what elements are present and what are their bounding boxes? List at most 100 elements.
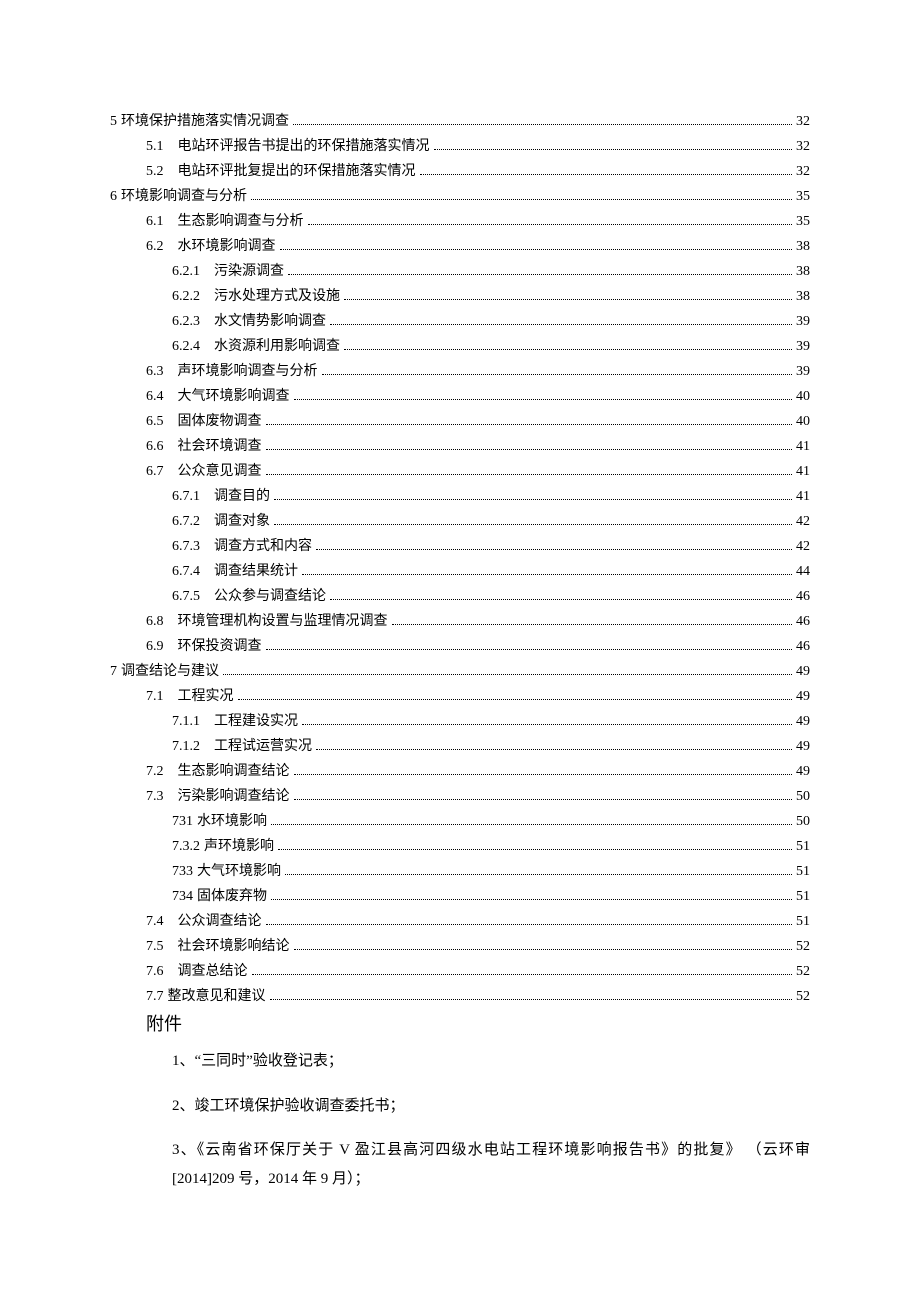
toc-page-number: 49: [796, 715, 810, 729]
toc-page-number: 42: [796, 515, 810, 529]
toc-label: 工程实况: [178, 690, 234, 704]
toc-label: 公众调查结论: [178, 915, 262, 929]
toc-page-number: 51: [796, 840, 810, 854]
toc-page-number: 41: [796, 440, 810, 454]
attachment-item: 1、“三同时”验收登记表；: [172, 1047, 810, 1076]
toc-label: 污染影响调查结论: [178, 790, 290, 804]
attachments-heading: 附件: [146, 1015, 810, 1033]
toc-leader-dots: [280, 249, 793, 250]
toc-page-number: 44: [796, 565, 810, 579]
toc-number: 6.4: [146, 390, 164, 404]
toc-number: 6.9: [146, 640, 164, 654]
toc-leader-dots: [294, 799, 793, 800]
attachment-item: 2、竣工环境保护验收调查委托书；: [172, 1092, 810, 1121]
toc-page-number: 50: [796, 815, 810, 829]
toc-number: 5.1: [146, 140, 164, 154]
toc-label: 调查对象: [214, 515, 270, 529]
toc-page-number: 38: [796, 240, 810, 254]
toc-label: 工程建设实况: [214, 715, 298, 729]
attachment-item: 3、《云南省环保厅关于 V 盈江县高河四级水电站工程环境影响报告书》的批复》 （…: [172, 1136, 810, 1193]
toc-page-number: 38: [796, 290, 810, 304]
toc-number: 7.4: [146, 915, 164, 929]
toc-number: 6.2.2: [172, 290, 200, 304]
toc-entry: 6.2.1污染源调查38: [110, 265, 810, 279]
toc-leader-dots: [302, 724, 792, 725]
toc-page-number: 52: [796, 965, 810, 979]
toc-entry: 7.2生态影响调查结论49: [110, 765, 810, 779]
toc-number: 6.8: [146, 615, 164, 629]
toc-entry: 7调查结论与建议49: [110, 665, 810, 679]
toc-number: 7.5: [146, 940, 164, 954]
toc-number: 6.7.3: [172, 540, 200, 554]
toc-leader-dots: [266, 474, 793, 475]
toc-leader-dots: [266, 649, 793, 650]
toc-entry: 6.3声环境影响调查与分析39: [110, 365, 810, 379]
toc-number: 6.3: [146, 365, 164, 379]
toc-label: 电站环评报告书提出的环保措施落实情况: [178, 140, 430, 154]
toc-entry: 6.6社会环境调查41: [110, 440, 810, 454]
toc-leader-dots: [308, 224, 793, 225]
toc-leader-dots: [278, 849, 792, 850]
toc-entry: 6.7.5公众参与调查结论46: [110, 590, 810, 604]
toc-leader-dots: [316, 549, 792, 550]
toc-label: 调查结论与建议: [121, 665, 219, 679]
toc-number: 7.1.1: [172, 715, 200, 729]
toc-number: 6.7.5: [172, 590, 200, 604]
toc-entry: 7.1工程实况49: [110, 690, 810, 704]
toc-leader-dots: [223, 674, 792, 675]
toc-entry: 7.3.2 声环境影响51: [110, 840, 810, 854]
toc-number: 7.1: [146, 690, 164, 704]
toc-page-number: 35: [796, 190, 810, 204]
toc-entry: 734 固体废弃物51: [110, 890, 810, 904]
toc-leader-dots: [271, 824, 792, 825]
toc-label: 社会环境影响结论: [178, 940, 290, 954]
toc-entry: 6.5固体废物调查40: [110, 415, 810, 429]
toc-number: 7.3: [146, 790, 164, 804]
toc-entry: 6.7.2调查对象42: [110, 515, 810, 529]
toc-label: 固体废物调查: [178, 415, 262, 429]
toc-page-number: 51: [796, 915, 810, 929]
toc-page-number: 49: [796, 765, 810, 779]
toc-page-number: 39: [796, 315, 810, 329]
toc-entry: 6.2.2污水处理方式及设施38: [110, 290, 810, 304]
toc-number: 6.6: [146, 440, 164, 454]
toc-entry: 5.2电站环评批复提出的环保措施落实情况32: [110, 165, 810, 179]
toc-entry: 5环境保护措施落实情况调查32: [110, 115, 810, 129]
toc-page-number: 51: [796, 890, 810, 904]
toc-label: 环境保护措施落实情况调查: [121, 115, 289, 129]
toc-entry: 7.3 污染影响调查结论 50: [110, 790, 810, 804]
toc-entry: 6.2水环境影响调查38: [110, 240, 810, 254]
toc-label: 调查结果统计: [214, 565, 298, 579]
toc-entry: 6环境影响调查与分析35: [110, 190, 810, 204]
toc-label: 公众参与调查结论: [214, 590, 326, 604]
toc-number: 6.2.4: [172, 340, 200, 354]
toc-page-number: 52: [796, 940, 810, 954]
toc-number: 5: [110, 115, 117, 129]
toc-entry: 7.4 公众调查结论 51: [110, 915, 810, 929]
toc-label: 调查目的: [214, 490, 270, 504]
toc-leader-dots: [294, 774, 793, 775]
toc-page-number: 32: [796, 165, 810, 179]
toc-page-number: 50: [796, 790, 810, 804]
toc-number: 7.7: [146, 990, 164, 1004]
toc-label: 生态影响调查与分析: [178, 215, 304, 229]
toc-entry: 7.7 整改意见和建议52: [110, 990, 810, 1004]
toc-label: 调查方式和内容: [214, 540, 312, 554]
toc-entry: 7.1.2工程试运营实况49: [110, 740, 810, 754]
toc-number: 5.2: [146, 165, 164, 179]
toc-page-number: 51: [796, 865, 810, 879]
toc-label: 环保投资调查: [178, 640, 262, 654]
toc-number: 7: [110, 665, 117, 679]
toc-page-number: 42: [796, 540, 810, 554]
toc-number: 733: [172, 865, 193, 879]
toc-leader-dots: [274, 524, 792, 525]
toc-leader-dots: [294, 399, 793, 400]
toc-entry: 6.7.1调查目的41: [110, 490, 810, 504]
toc-leader-dots: [294, 949, 793, 950]
toc-page-number: 46: [796, 640, 810, 654]
toc-number: 6: [110, 190, 117, 204]
toc-label: 污染源调查: [214, 265, 284, 279]
toc-number: 731: [172, 815, 193, 829]
toc-leader-dots: [302, 574, 792, 575]
toc-entry: 6.7.3 调查方式和内容 42: [110, 540, 810, 554]
